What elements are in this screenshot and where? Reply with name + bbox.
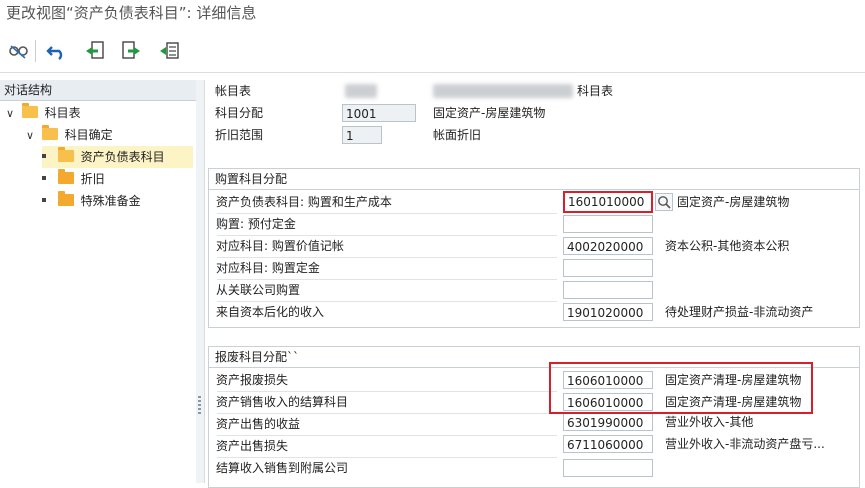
acq-offset-posting-field[interactable]: 4002020000: [563, 237, 653, 255]
redacted-description: [433, 84, 573, 98]
tree-item-label: 折旧: [80, 172, 105, 186]
chart-of-accounts-desc: 科目表: [577, 84, 614, 98]
tree-item-label: 资产负债表科目: [80, 150, 165, 164]
tree-item-label: 科目确定: [64, 128, 113, 142]
account-allocation-desc: 固定资产-房屋建筑物: [433, 106, 546, 120]
undo-icon[interactable]: [44, 38, 70, 64]
folder-icon: [41, 125, 58, 140]
redacted-value: [345, 84, 377, 98]
acq-row-label: 对应科目: 购置定金: [216, 261, 320, 275]
chevron-down-icon[interactable]: ∨: [6, 103, 18, 125]
acq-account-desc: 固定资产-房屋建筑物: [677, 195, 790, 209]
account-allocation-field[interactable]: 1001: [342, 104, 416, 122]
tree-item-balance-sheet-accounts[interactable]: 资产负债表科目: [42, 146, 193, 168]
ret-sale-loss-desc: 营业外收入-非流动资产盘亏...: [665, 437, 825, 451]
ret-row-label: 资产出售损失: [216, 439, 289, 453]
acquisition-group: 购置科目分配 资产负债表科目: 购置和生产成本 1601010000 固定资产-…: [208, 168, 860, 328]
acq-row-label: 资产负债表科目: 购置和生产成本: [216, 195, 392, 209]
acq-row-label: 对应科目: 购置价值记帐: [216, 239, 344, 253]
ret-row-label: 资产销售收入的结算科目: [216, 395, 349, 409]
select-all-icon[interactable]: [156, 38, 182, 64]
folder-icon: [21, 103, 38, 118]
ret-gain-desc: 营业外收入-其他: [665, 415, 754, 429]
folder-open-icon: [57, 147, 74, 162]
row-divider: [217, 457, 557, 458]
row-divider: [217, 257, 557, 258]
acq-down-payment-field[interactable]: [563, 215, 653, 233]
folder-icon: [57, 169, 74, 184]
previous-entry-icon[interactable]: [82, 38, 108, 64]
glasses-icon[interactable]: [6, 38, 32, 64]
depr-area-field[interactable]: 1: [342, 126, 382, 144]
chart-of-accounts-label: 帐目表: [215, 84, 252, 98]
row-divider: [217, 413, 557, 414]
tree-item-account-determination[interactable]: ∨ 科目确定: [26, 124, 113, 146]
row-divider: [217, 301, 557, 302]
toolbar: [0, 30, 865, 73]
grip-dot: [198, 408, 201, 410]
folder-icon: [57, 191, 74, 206]
search-icon[interactable]: [655, 193, 673, 211]
account-allocation-label: 科目分配: [215, 106, 264, 120]
window-title: 更改视图“资产负债表科目”: 详细信息: [6, 4, 257, 22]
ret-sale-loss-field[interactable]: 6711060000: [563, 435, 653, 453]
ret-row-label: 资产出售的收益: [216, 417, 301, 431]
tree-item-chart-of-accounts[interactable]: ∨ 科目表: [6, 102, 81, 124]
grip-dot: [198, 400, 201, 402]
acq-row-label: 购置: 预付定金: [216, 217, 296, 231]
row-divider: [217, 279, 557, 280]
bullet-icon: [42, 154, 46, 158]
ret-row-label: 资产报废损失: [216, 373, 289, 387]
grip-dot: [198, 396, 201, 398]
row-divider: [217, 235, 557, 236]
depr-area-label: 折旧范围: [215, 128, 264, 142]
acq-row-label: 从关联公司购置: [216, 283, 301, 297]
tree-item-label: 特殊准备金: [80, 194, 141, 208]
grip-dot: [198, 404, 201, 406]
next-entry-icon[interactable]: [118, 38, 144, 64]
grip-dot: [198, 412, 201, 414]
depr-area-desc: 帐面折旧: [433, 128, 482, 142]
tree-item-label: 科目表: [44, 106, 81, 120]
ret-affiliated-sale-field[interactable]: [563, 459, 653, 477]
row-divider: [217, 435, 557, 436]
acq-affiliated-field[interactable]: [563, 281, 653, 299]
tree-item-depreciation[interactable]: 折旧: [42, 168, 105, 190]
acq-offset-posting-desc: 资本公积-其他资本公积: [665, 239, 790, 253]
acq-account-field[interactable]: 1601010000: [563, 191, 653, 213]
detail-content: 帐目表 科目表 科目分配 1001 固定资产-房屋建筑物 折旧范围 1 帐面折旧…: [205, 72, 865, 488]
acq-capitalization-revenue-field[interactable]: 1901020000: [563, 303, 653, 321]
bullet-icon: [42, 176, 46, 180]
tree-item-special-reserves[interactable]: 特殊准备金: [42, 190, 141, 212]
dialog-structure-panel: 对话结构 ∨ 科目表 ∨ 科目确定 资产负债表科目 折旧 特殊准备金: [0, 80, 197, 483]
acq-offset-down-payment-field[interactable]: [563, 259, 653, 277]
row-divider: [217, 213, 557, 214]
acq-capitalization-revenue-desc: 待处理财产损益-非流动资产: [665, 305, 814, 319]
acq-row-label: 来自资本后化的收入: [216, 305, 325, 319]
dialog-structure-header: 对话结构: [0, 80, 196, 101]
chevron-down-icon[interactable]: ∨: [26, 125, 38, 147]
ret-row-label: 结算收入销售到附属公司: [216, 461, 349, 475]
panel-splitter[interactable]: [196, 80, 205, 483]
row-divider: [217, 391, 557, 392]
bullet-icon: [42, 198, 46, 202]
acquisition-group-title: 购置科目分配: [209, 169, 859, 190]
toolbar-separator: [35, 40, 36, 62]
highlight-box: [549, 362, 813, 414]
ret-gain-field[interactable]: 6301990000: [563, 413, 653, 431]
